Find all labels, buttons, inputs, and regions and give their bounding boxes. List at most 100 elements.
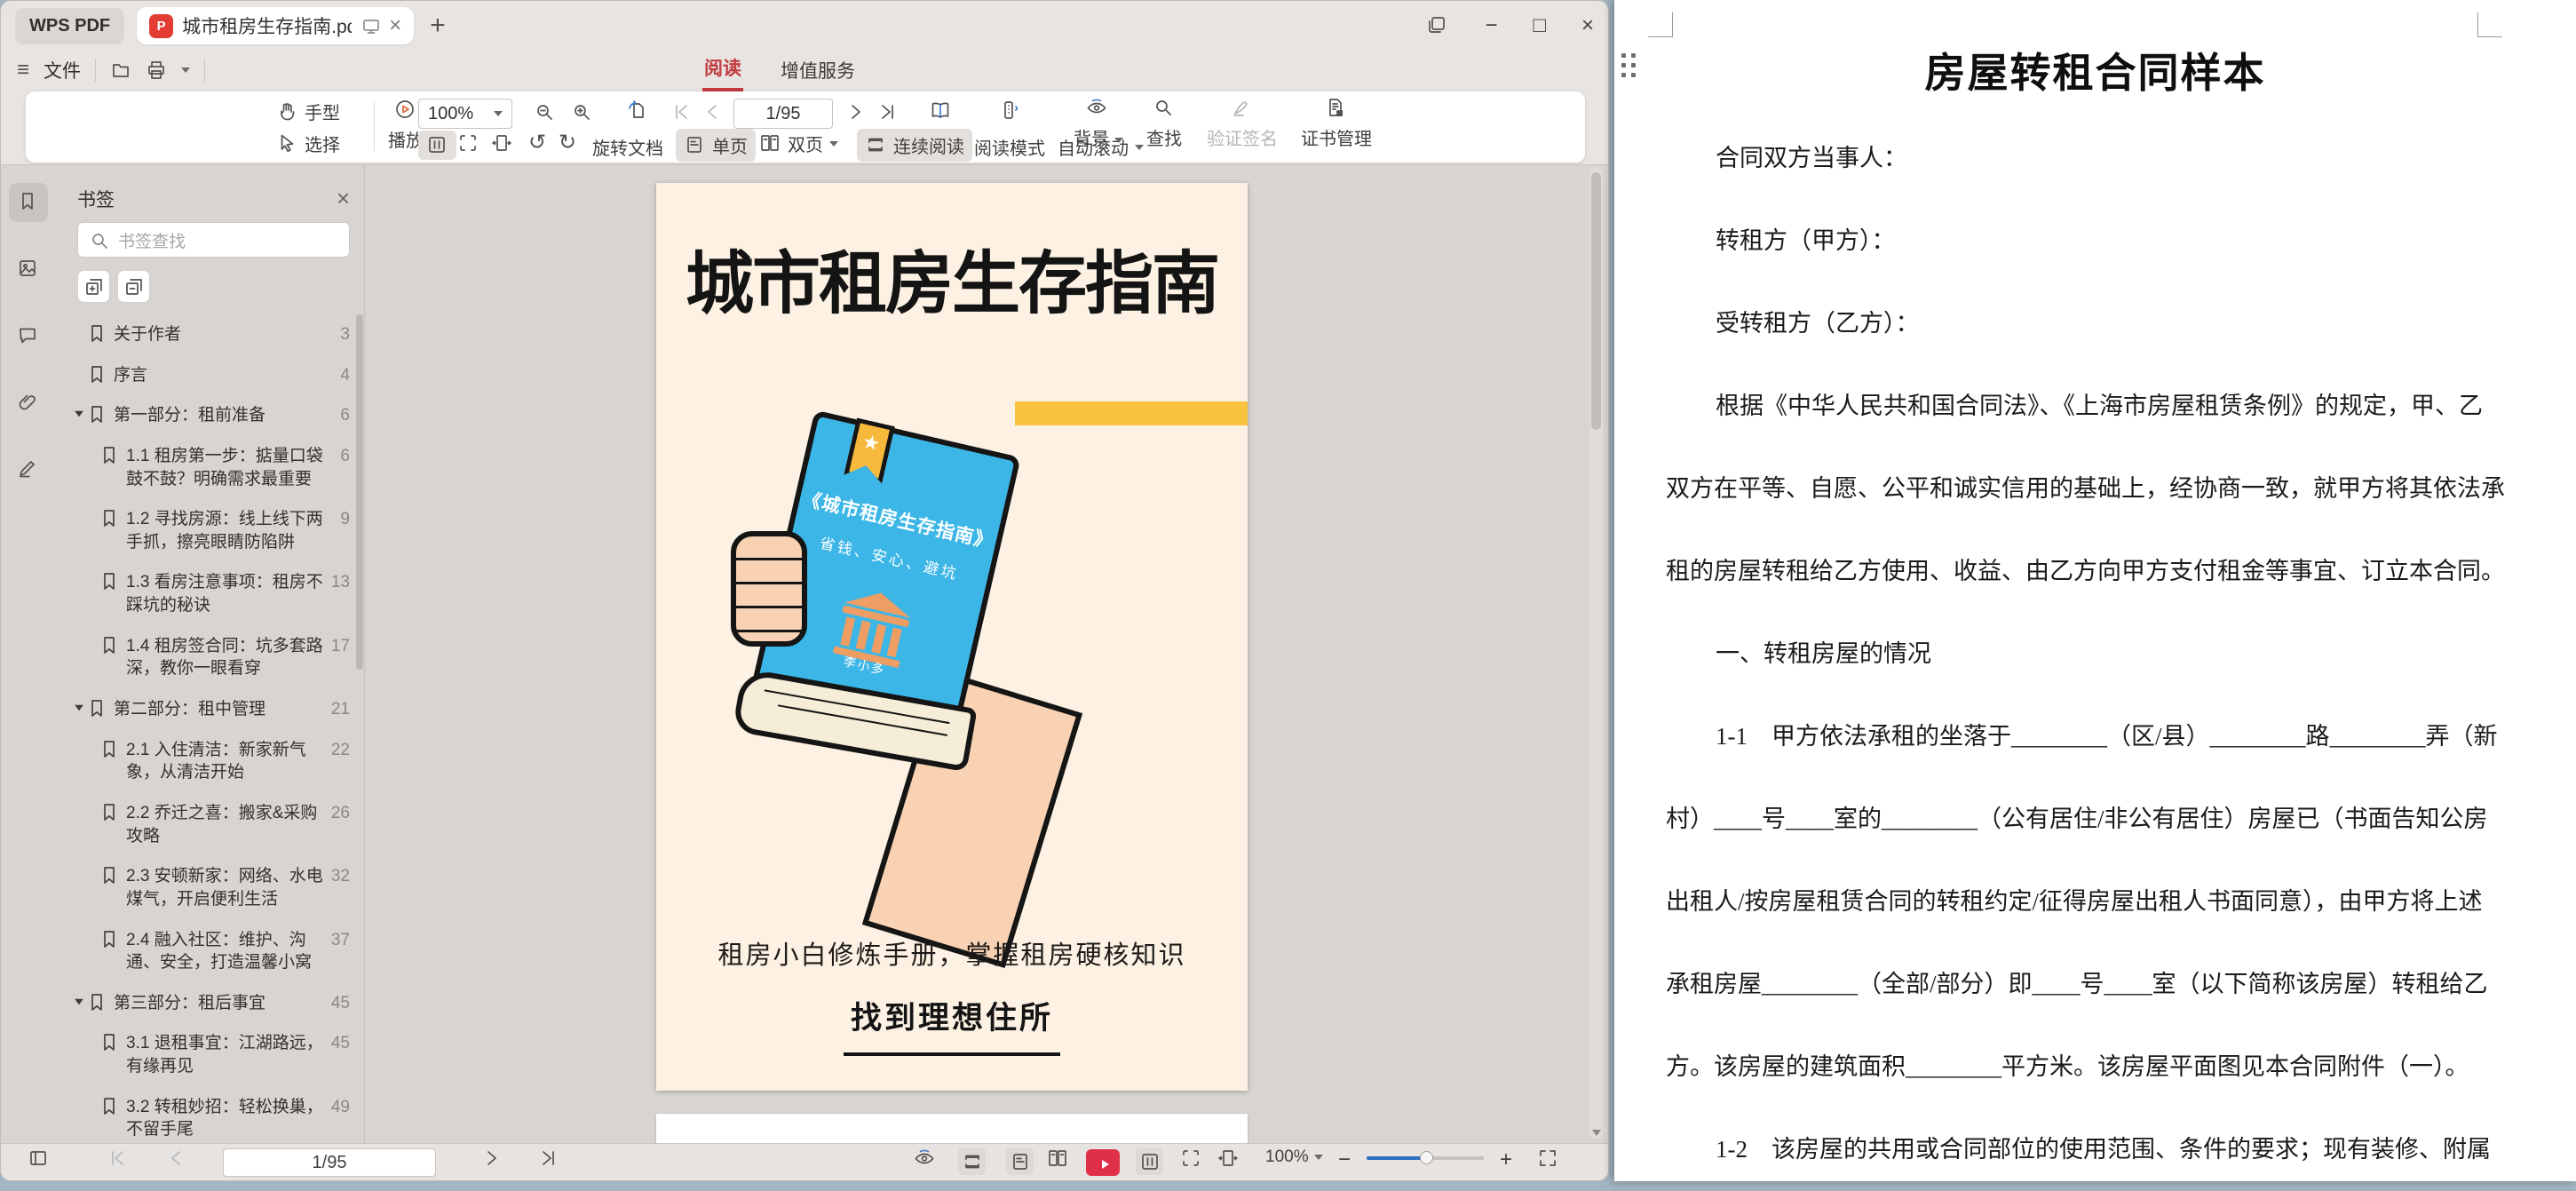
zoom-minus-button[interactable]: − xyxy=(1338,1147,1351,1172)
fit-width-button[interactable] xyxy=(418,131,456,160)
bookmark-label: 3.1 退租事宜：江湖路远，有缘再见 xyxy=(126,1032,331,1077)
bookmark-search-input[interactable]: 书签查找 xyxy=(77,222,350,258)
new-tab-button[interactable]: + xyxy=(430,11,446,41)
rotate-left-icon[interactable]: ↺ xyxy=(528,132,546,154)
zoom-in-button[interactable] xyxy=(571,101,593,123)
select-tool-button[interactable]: 选择 xyxy=(276,131,340,156)
double-page-button[interactable]: 双页 xyxy=(759,131,838,156)
tree-caret-icon[interactable] xyxy=(74,998,86,1005)
signature-panel-icon[interactable] xyxy=(9,449,48,488)
status-single-page-button[interactable] xyxy=(1006,1147,1034,1175)
hand-tool-button[interactable]: 手型 xyxy=(276,99,340,124)
file-menu[interactable]: 文件 xyxy=(44,57,81,83)
contract-document-window: 房屋转租合同样本 合同双方当事人：转租方（甲方）：受转租方（乙方）：根据《中华人… xyxy=(1614,0,2576,1181)
bookmark-item[interactable]: 1.1 租房第一步：掂量口袋鼓不鼓？明确需求最重要 6 xyxy=(86,436,350,499)
bookmark-item[interactable]: 2.2 乔迁之喜：搬家&采购攻略 26 xyxy=(86,793,350,856)
status-background-icon[interactable] xyxy=(914,1147,934,1168)
bookmark-item[interactable]: 2.1 入住清洁：新家新气象，从清洁开始 22 xyxy=(86,730,350,793)
collapse-all-button[interactable] xyxy=(117,270,150,303)
fullscreen-button[interactable] xyxy=(1537,1147,1557,1168)
status-first-page-button[interactable] xyxy=(107,1147,128,1168)
bookmark-item[interactable]: 第二部分：租中管理 21 xyxy=(74,689,350,730)
status-continuous-button[interactable] xyxy=(958,1147,986,1175)
cover-title: 城市租房生存指南 xyxy=(656,229,1248,328)
status-play-button[interactable] xyxy=(1086,1149,1120,1176)
certificate-management-button[interactable]: 证书管理 xyxy=(1301,97,1372,150)
bookmark-item[interactable]: 第三部分：租后事宜 45 xyxy=(74,983,350,1024)
bookmark-item[interactable]: 2.3 安顿新家：网络、水电煤气，开启便利生活 32 xyxy=(86,856,350,919)
thumbnails-panel-icon[interactable] xyxy=(9,250,48,289)
bookmarks-close-button[interactable]: × xyxy=(337,185,350,212)
rotate-page-icon[interactable] xyxy=(626,99,653,126)
status-fit-width-button[interactable] xyxy=(1136,1147,1163,1175)
status-last-page-button[interactable] xyxy=(537,1147,558,1168)
rotate-right-icon[interactable]: ↻ xyxy=(559,132,576,154)
bookmark-item[interactable]: 序言 4 xyxy=(74,355,350,396)
expand-all-button[interactable] xyxy=(77,270,110,303)
bookmark-item[interactable]: 1.4 租房签合同：坑多套路深，教你一眼看穿 17 xyxy=(86,626,350,689)
present-to-screen-icon[interactable] xyxy=(361,16,380,36)
status-fit-horizontal-button[interactable] xyxy=(1217,1147,1238,1168)
pdf-cover-page: 城市租房生存指南 ★ 《城市租房生存指南》 省钱、安心、避坑 李小多 租房小白修… xyxy=(656,183,1248,1091)
open-file-icon[interactable] xyxy=(110,60,131,81)
zoom-slider[interactable] xyxy=(1367,1156,1484,1160)
read-mode-icon[interactable] xyxy=(930,99,956,126)
toggle-panel-button[interactable] xyxy=(28,1147,48,1168)
print-icon[interactable] xyxy=(146,60,167,81)
page-number-box[interactable]: 1/95 xyxy=(733,99,833,129)
bookmarks-panel-icon[interactable] xyxy=(9,183,48,222)
fit-horizontal-button[interactable] xyxy=(491,132,513,155)
status-double-page-button[interactable] xyxy=(1047,1147,1067,1168)
bookmark-label: 1.3 看房注意事项：租房不踩坑的秘诀 xyxy=(126,571,331,616)
scroll-down-arrow[interactable] xyxy=(1592,1130,1601,1136)
document-tab[interactable]: P 城市租房生存指南.pdf × xyxy=(137,7,414,44)
first-page-button[interactable] xyxy=(671,101,694,123)
attachments-panel-icon[interactable] xyxy=(9,383,48,422)
comments-panel-icon[interactable] xyxy=(9,316,48,355)
status-fit-page-button[interactable] xyxy=(1180,1147,1201,1168)
bookmark-item[interactable]: 3.2 转租妙招：轻松换巢，不留手尾 49 xyxy=(86,1087,350,1143)
bookmark-item[interactable]: 1.3 看房注意事项：租房不踩坑的秘诀 13 xyxy=(86,562,350,625)
zoom-slider-handle[interactable] xyxy=(1420,1151,1433,1164)
bookmark-item[interactable]: 2.4 融入社区：维护、沟通、安全，打造温馨小窝 37 xyxy=(86,920,350,983)
fit-page-button[interactable] xyxy=(457,132,480,155)
bookmark-page-number: 22 xyxy=(331,741,350,760)
vertical-scrollbar[interactable] xyxy=(1589,167,1603,1139)
tree-caret-icon[interactable] xyxy=(74,704,86,711)
tab-list-icon[interactable] xyxy=(1426,14,1449,37)
status-zoom-select[interactable]: 100% xyxy=(1265,1147,1323,1167)
minimize-button[interactable]: − xyxy=(1485,15,1497,36)
status-previous-page-button[interactable] xyxy=(166,1147,186,1168)
bookmark-item[interactable]: 1.2 寻找房源：线上线下两手抓，擦亮眼睛防陷阱 9 xyxy=(86,499,350,562)
auto-scroll-icon[interactable] xyxy=(998,99,1025,126)
close-button[interactable]: × xyxy=(1581,15,1594,36)
find-button[interactable]: 查找 xyxy=(1146,97,1182,150)
status-page-number-box[interactable]: 1/95 xyxy=(223,1148,436,1177)
status-next-page-button[interactable] xyxy=(480,1147,501,1168)
wps-app-button[interactable]: WPS PDF xyxy=(15,8,124,44)
bookmark-page-number: 17 xyxy=(331,637,350,656)
scrollbar-thumb[interactable] xyxy=(1591,172,1601,430)
maximize-button[interactable]: □ xyxy=(1533,15,1546,36)
read-mode-button[interactable]: 阅读模式 xyxy=(974,134,1045,160)
single-page-button[interactable]: 单页 xyxy=(676,129,756,162)
background-button[interactable]: 背景 xyxy=(1074,97,1123,150)
bookmark-item[interactable]: 3.1 退租事宜：江湖路远，有缘再见 45 xyxy=(86,1023,350,1086)
zoom-out-button[interactable] xyxy=(534,101,556,123)
tab-close-button[interactable]: × xyxy=(389,15,401,36)
hamburger-menu-icon[interactable]: ≡ xyxy=(17,58,29,83)
bookmark-scrollbar-thumb[interactable] xyxy=(356,314,363,670)
rotate-document-button[interactable]: 旋转文档 xyxy=(592,134,663,160)
next-page-button[interactable] xyxy=(844,101,867,123)
tab-value-added-services[interactable]: 增值服务 xyxy=(781,57,855,83)
tree-caret-icon[interactable] xyxy=(74,410,86,417)
tab-read[interactable]: 阅读 xyxy=(702,49,743,91)
bookmark-item[interactable]: 关于作者 3 xyxy=(74,314,350,355)
bookmark-item[interactable]: 第一部分：租前准备 6 xyxy=(74,395,350,436)
zoom-plus-button[interactable]: + xyxy=(1500,1147,1512,1172)
zoom-level-select[interactable]: 100% xyxy=(418,99,512,129)
chevron-down-icon[interactable] xyxy=(181,67,190,73)
previous-page-button[interactable] xyxy=(702,101,725,123)
continuous-reading-button[interactable]: 连续阅读 xyxy=(857,129,972,162)
last-page-button[interactable] xyxy=(876,101,899,123)
